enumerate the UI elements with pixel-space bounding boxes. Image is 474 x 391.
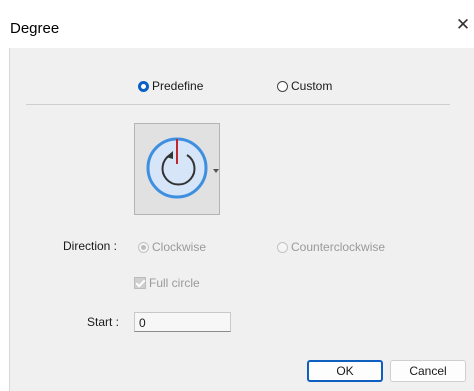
left-edge-divider [9,48,10,391]
predefine-radio[interactable] [138,80,149,92]
clockwise-radio [138,241,149,253]
degree-dialog: Degree ✕ Predefine Custom Direction : Cl… [0,0,474,391]
full-circle-checkbox [134,277,146,289]
full-circle-checkbox-option: Full circle [134,276,200,290]
dropdown-arrow-icon [213,169,219,173]
custom-radio-option[interactable]: Custom [277,79,332,93]
close-icon: ✕ [455,15,471,34]
title-bar: Degree ✕ [0,0,474,48]
start-input[interactable] [134,312,231,332]
predefine-radio-option[interactable]: Predefine [138,79,203,93]
counterclockwise-label: Counterclockwise [291,240,386,254]
ok-button[interactable]: OK [307,360,383,382]
dialog-client-area [9,48,474,391]
counterclockwise-radio-option: Counterclockwise [277,240,385,254]
degree-style-picker[interactable] [134,123,220,215]
custom-radio[interactable] [277,80,288,92]
circular-clockwise-arrow-icon [146,137,208,199]
predefine-label: Predefine [152,79,204,93]
counterclockwise-radio [277,241,288,253]
direction-label: Direction : [63,239,118,253]
dialog-title: Degree [10,20,60,37]
close-button[interactable]: ✕ [452,10,474,40]
clockwise-radio-option: Clockwise [138,240,206,254]
clockwise-label: Clockwise [152,240,207,254]
full-circle-label: Full circle [149,276,200,290]
separator-line [26,104,450,105]
custom-label: Custom [291,79,333,93]
start-label: Start : [87,315,120,329]
cancel-button[interactable]: Cancel [390,360,466,382]
